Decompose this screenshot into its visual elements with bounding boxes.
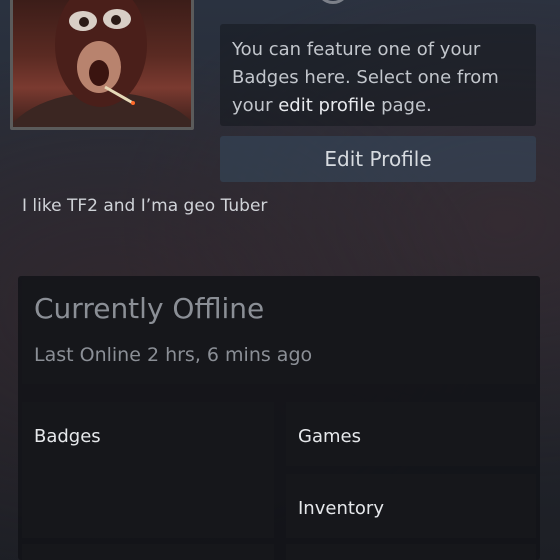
badge-note-prefix: your (232, 95, 279, 116)
edit-profile-link[interactable]: edit profile (278, 95, 375, 116)
badges-label: Badges (34, 426, 101, 447)
badge-note-suffix: page. (375, 95, 432, 116)
inventory-label: Inventory (298, 498, 384, 519)
level-ring-icon (316, 0, 350, 4)
edit-profile-button[interactable]: Edit Profile (220, 136, 536, 182)
games-link[interactable]: Games (286, 402, 536, 466)
avatar-image (13, 0, 191, 127)
last-online-text: Last Online 2 hrs, 6 mins ago (34, 344, 313, 366)
badges-link[interactable]: Badges (22, 402, 274, 538)
profile-link-tile[interactable] (286, 544, 536, 560)
featured-badge-placeholder: You can feature one of your Badges here.… (220, 24, 536, 126)
badge-note-line-2: Badges here. Select one from (232, 67, 499, 88)
online-status-title: Currently Offline (34, 292, 265, 325)
inventory-link[interactable]: Inventory (286, 474, 536, 538)
profile-summary: I like TF2 and I’ma geo Tuber (22, 196, 268, 216)
avatar[interactable] (10, 0, 194, 130)
games-label: Games (298, 426, 361, 447)
badge-note-line-3: your edit profile page. (232, 92, 526, 120)
profile-link-tile[interactable] (22, 544, 274, 560)
badge-note-line-1: You can feature one of your (232, 39, 481, 60)
